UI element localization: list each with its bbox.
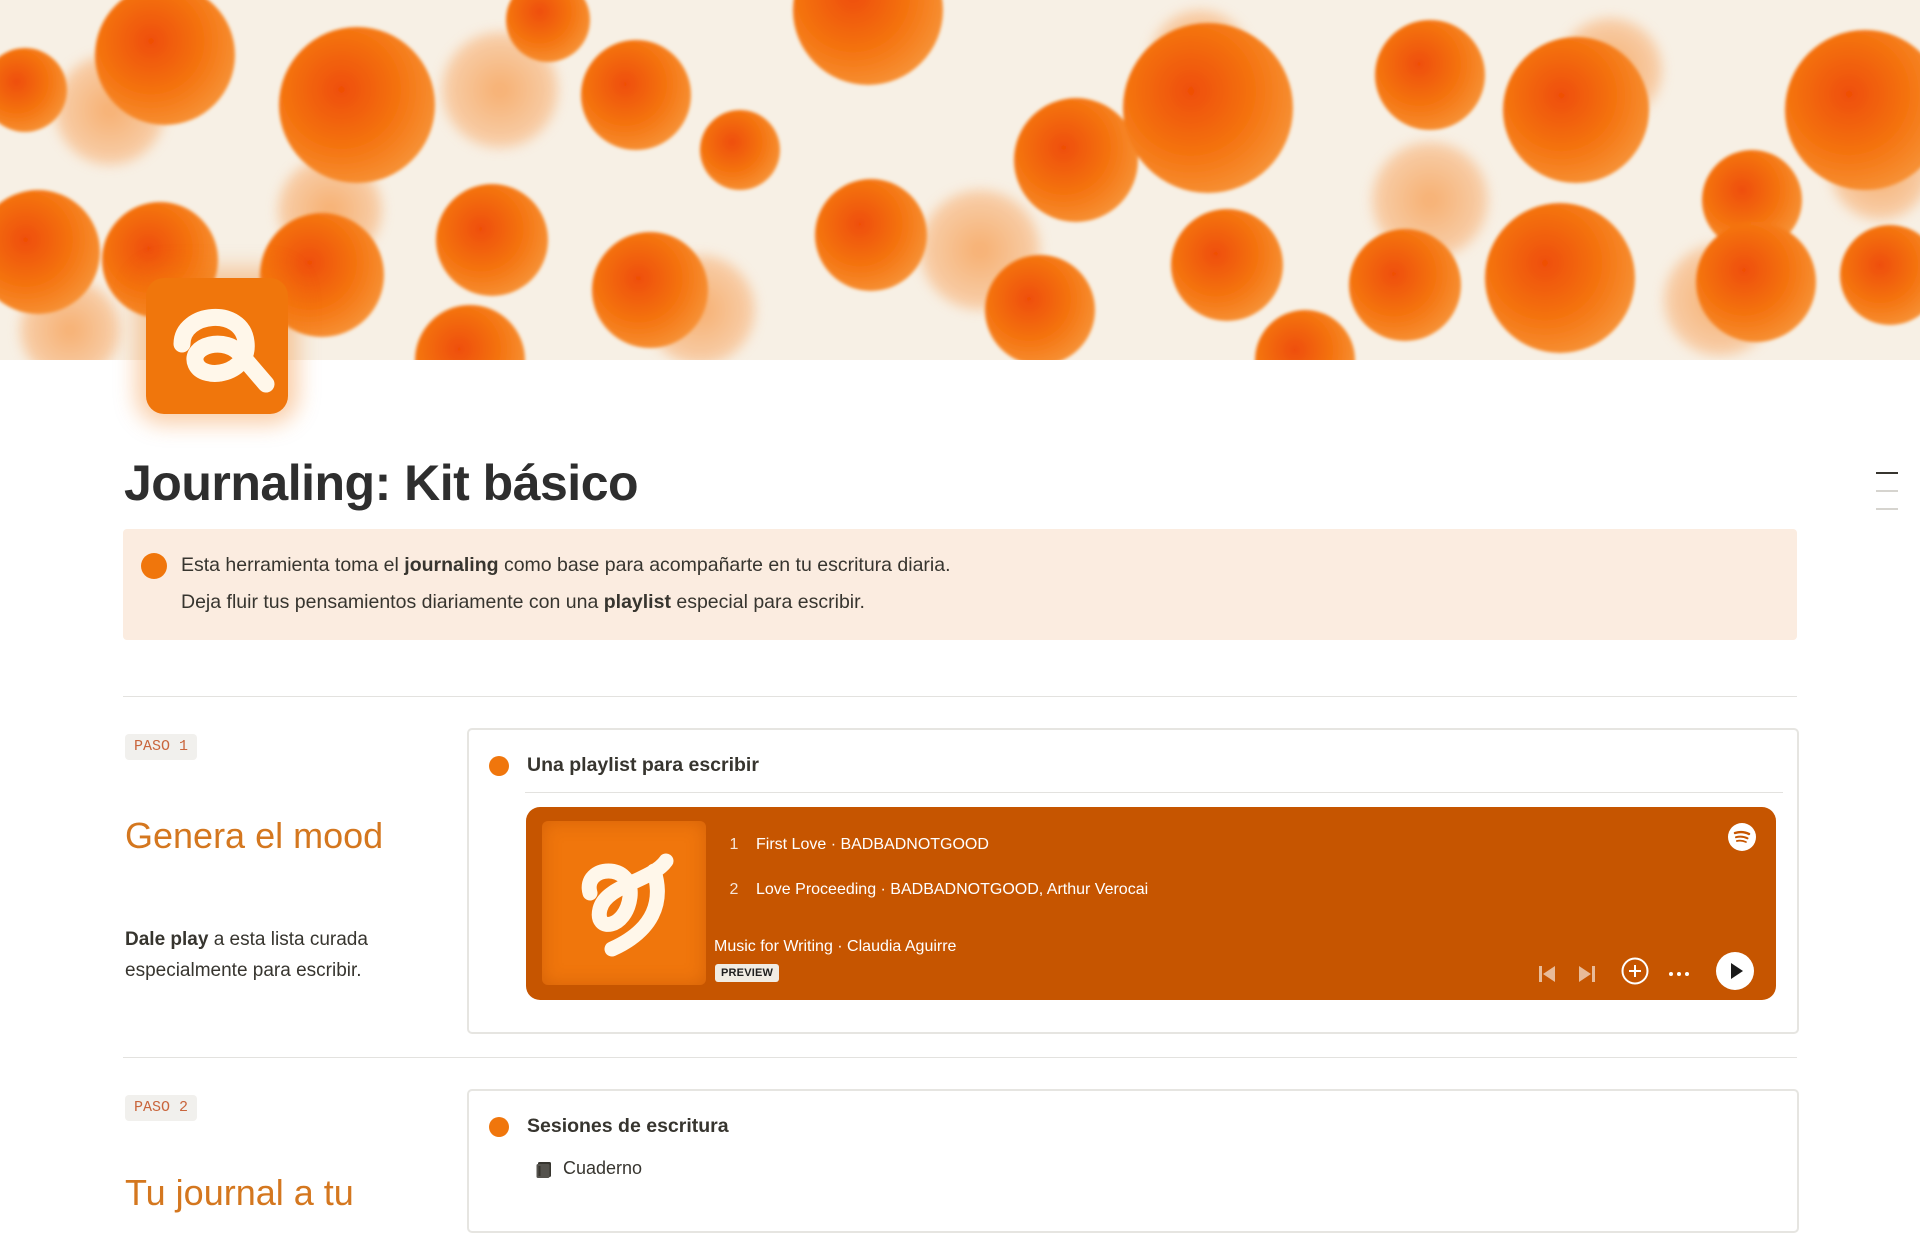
outline-item[interactable] (1876, 508, 1898, 510)
outline-item[interactable] (1876, 472, 1898, 474)
card-heading[interactable]: Sesiones de escritura (489, 1113, 1779, 1143)
step-title: Tu journal a tu (125, 1172, 354, 1213)
orange-dot-icon (489, 1117, 509, 1137)
step-badge: PASO 1 (125, 734, 198, 760)
playlist-card[interactable]: Una playlist para escribir 1 First Love … (467, 728, 1799, 1034)
add-icon[interactable] (1620, 956, 1650, 986)
card-heading-label: Una playlist para escribir (527, 754, 759, 776)
divider (123, 696, 1797, 697)
notebook-icon (535, 1161, 553, 1184)
album-logo-icon (581, 853, 674, 957)
next-icon[interactable] (1576, 963, 1598, 985)
preview-badge: PREVIEW (715, 964, 780, 982)
track-name: First Love · BADBADNOTGOOD (756, 836, 989, 853)
cover-image (0, 0, 1920, 360)
writing-sessions-card[interactable]: Sesiones de escritura Cuaderno (467, 1089, 1799, 1233)
card-heading-label: Sesiones de escritura (527, 1115, 729, 1137)
spotify-player[interactable]: 1 First Love · BADBADNOTGOOD 2 Love Proc… (526, 807, 1776, 1000)
step-badge: PASO 2 (125, 1095, 198, 1121)
spotify-icon[interactable] (1727, 822, 1757, 852)
step-title: Genera el mood (125, 815, 384, 856)
page-outline[interactable] (1876, 472, 1898, 526)
callout-line-1: Esta herramienta toma el journaling como… (181, 554, 951, 576)
loop-logo-icon (173, 309, 275, 393)
playlist-meta[interactable]: Music for Writing · Claudia Aguirre (714, 938, 956, 956)
database-view-label: Cuaderno (563, 1158, 643, 1178)
polka-dot-cover-art (0, 0, 1920, 360)
page-title[interactable]: Journaling: Kit básico (124, 454, 639, 512)
track-number: 2 (729, 881, 739, 898)
previous-icon[interactable] (1536, 963, 1558, 985)
outline-item[interactable] (1876, 490, 1898, 492)
callout-line-2: Deja fluir tus pensamientos diariamente … (181, 591, 865, 613)
intro-callout[interactable]: Esta herramienta toma el journaling como… (123, 529, 1797, 640)
step-description: Dale play a esta lista curada especialme… (125, 929, 368, 981)
album-cover[interactable] (542, 821, 706, 985)
orange-dot-icon (489, 756, 509, 776)
track-number: 1 (729, 836, 739, 853)
orange-dot-icon (141, 553, 167, 579)
page-icon[interactable] (146, 278, 288, 414)
track-name: Love Proceeding · BADBADNOTGOOD, Arthur … (756, 881, 1149, 898)
heading-underline (525, 792, 1783, 793)
divider (123, 1057, 1797, 1058)
more-icon[interactable] (1666, 962, 1692, 982)
play-icon[interactable] (1716, 952, 1754, 990)
card-heading[interactable]: Una playlist para escribir (489, 752, 1779, 782)
